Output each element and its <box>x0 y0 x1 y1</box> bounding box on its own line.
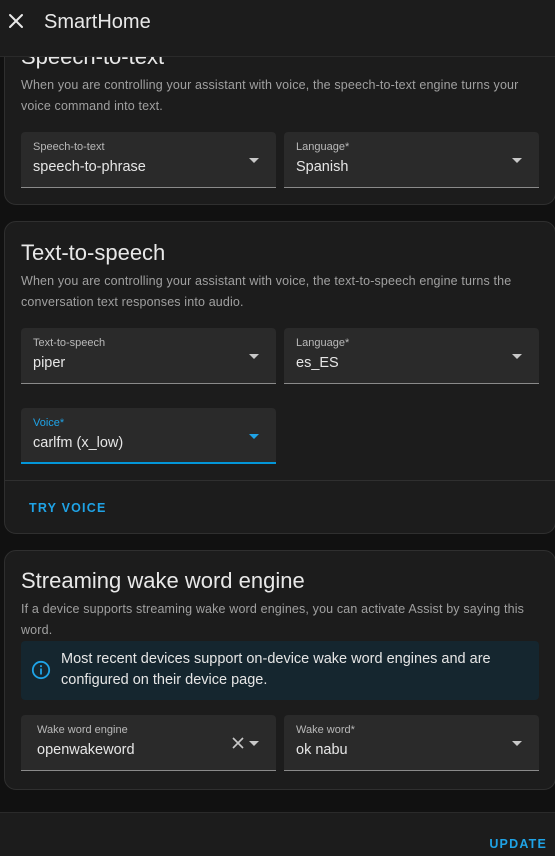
dropdown-arrow-icon <box>512 354 522 359</box>
wake-word-engine-select[interactable]: Wake word engine openwakeword <box>21 715 276 771</box>
speech-to-text-language-label: Language* <box>296 141 350 153</box>
wake-word-select[interactable]: Wake word* ok nabu <box>284 715 539 771</box>
dropdown-arrow-icon <box>249 158 259 163</box>
voice-select[interactable]: Voice* carlfm (x_low) <box>21 408 276 464</box>
dropdown-arrow-icon <box>249 354 259 359</box>
speech-to-text-engine-select[interactable]: Speech-to-text speech-to-phrase <box>21 132 276 188</box>
dialog-footer: UPDATE <box>0 812 555 856</box>
clear-icon[interactable] <box>232 737 244 749</box>
text-to-speech-language-select[interactable]: Language* es_ES <box>284 328 539 384</box>
dropdown-arrow-icon <box>512 158 522 163</box>
text-to-speech-language-value: es_ES <box>296 355 339 371</box>
wake-word-card: Streaming wake word engine If a device s… <box>4 550 555 790</box>
speech-to-text-description: When you are controlling your assistant … <box>21 78 519 113</box>
close-icon <box>9 14 23 28</box>
speech-to-text-engine-label: Speech-to-text <box>33 141 105 153</box>
speech-to-text-engine-value: speech-to-phrase <box>33 159 146 175</box>
text-to-speech-heading: Text-to-speech <box>21 240 166 265</box>
dropdown-arrow-icon <box>249 434 259 439</box>
dropdown-arrow-icon <box>512 741 522 746</box>
dropdown-arrow-icon <box>249 741 259 746</box>
speech-to-text-language-value: Spanish <box>296 159 349 175</box>
voice-value: carlfm (x_low) <box>33 435 124 451</box>
speech-to-text-language-select[interactable]: Language* Spanish <box>284 132 539 188</box>
update-button[interactable]: UPDATE <box>489 837 547 851</box>
wake-word-engine-label: Wake word engine <box>37 724 128 736</box>
info-alert-text: Most recent devices support on-device wa… <box>61 651 491 688</box>
text-to-speech-engine-label: Text-to-speech <box>33 337 106 349</box>
close-button[interactable] <box>6 11 26 31</box>
try-voice-button[interactable]: TRY VOICE <box>29 501 106 515</box>
text-to-speech-description: When you are controlling your assistant … <box>21 274 512 309</box>
wake-word-heading: Streaming wake word engine <box>21 568 305 593</box>
text-to-speech-card: Text-to-speech When you are controlling … <box>4 221 555 534</box>
wake-word-engine-value: openwakeword <box>37 742 135 758</box>
wake-word-value: ok nabu <box>296 742 348 758</box>
card-actions-divider <box>5 480 555 481</box>
dialog-title: SmartHome <box>44 11 151 33</box>
wake-word-description: If a device supports streaming wake word… <box>21 602 525 637</box>
dialog-header: SmartHome <box>0 0 555 57</box>
text-to-speech-engine-value: piper <box>33 355 66 371</box>
wake-word-label: Wake word* <box>296 724 355 736</box>
voice-label: Voice* <box>33 417 65 429</box>
info-icon <box>31 660 51 680</box>
text-to-speech-engine-select[interactable]: Text-to-speech piper <box>21 328 276 384</box>
text-to-speech-language-label: Language* <box>296 337 350 349</box>
info-alert: Most recent devices support on-device wa… <box>21 641 539 700</box>
